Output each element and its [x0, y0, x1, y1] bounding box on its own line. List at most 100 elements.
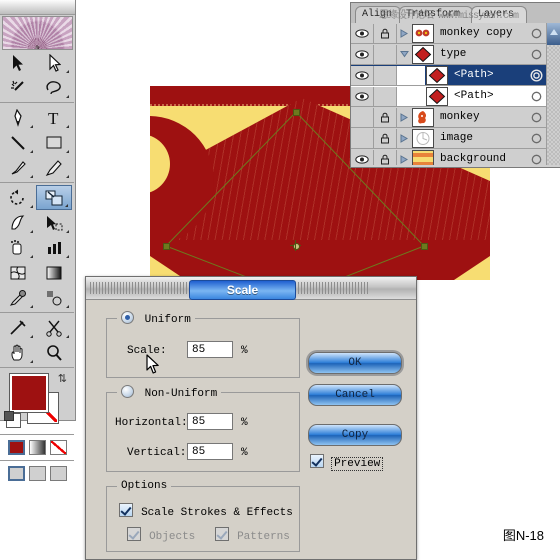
column-graph-tool[interactable] — [36, 235, 72, 260]
layer-target-indicator[interactable] — [525, 154, 547, 165]
layers-palette[interactable]: Align Transform Layers 思缘设计论坛 www.missyu… — [350, 2, 560, 168]
vertical-input[interactable]: 85 — [187, 443, 233, 460]
table-row[interactable]: <Path> — [351, 65, 560, 86]
layer-visibility-toggle[interactable] — [351, 23, 374, 43]
layer-expand-arrow[interactable] — [397, 133, 411, 143]
type-tool[interactable]: T — [36, 105, 72, 130]
screen-mode-menubar-button[interactable] — [29, 466, 46, 481]
hand-tool[interactable] — [0, 340, 36, 365]
slice-tool[interactable] — [0, 315, 36, 340]
layer-target-indicator[interactable] — [525, 91, 547, 102]
artwork-left-swirl-inner — [150, 134, 170, 194]
free-transform-tool[interactable] — [36, 210, 72, 235]
layer-name[interactable]: <Path> — [448, 90, 525, 102]
layer-expand-arrow[interactable] — [397, 154, 411, 164]
cancel-button[interactable]: Cancel — [308, 384, 402, 406]
toolbox-title-bar[interactable] — [0, 0, 75, 15]
layers-list[interactable]: monkey copy type <Path> <Path> monkey im… — [351, 23, 560, 165]
layer-visibility-toggle[interactable] — [351, 65, 374, 85]
eyedropper-tool[interactable] — [0, 285, 36, 310]
pen-tool[interactable] — [0, 105, 36, 130]
zoom-tool[interactable] — [36, 340, 72, 365]
uniform-group-header[interactable]: Uniform — [117, 311, 195, 326]
magic-wand-tool[interactable] — [0, 75, 36, 100]
uniform-radio[interactable] — [121, 311, 134, 324]
screen-mode-full-button[interactable] — [50, 466, 67, 481]
table-row[interactable]: type — [351, 44, 560, 65]
layer-name[interactable]: image — [434, 132, 525, 144]
layers-scrollbar[interactable] — [546, 23, 560, 165]
preview-checkbox[interactable] — [310, 454, 324, 468]
layer-target-indicator[interactable] — [525, 49, 547, 60]
paint-mode-gradient-button[interactable] — [29, 440, 46, 455]
layer-name[interactable]: <Path> — [448, 69, 525, 81]
layer-visibility-toggle[interactable] — [351, 107, 374, 127]
table-row[interactable]: background — [351, 149, 560, 165]
layer-lock-toggle[interactable] — [374, 128, 397, 148]
layer-expand-arrow[interactable] — [397, 28, 411, 38]
toolbox-group-transform — [0, 185, 75, 310]
scale-strokes-row[interactable]: Scale Strokes & Effects — [119, 503, 293, 519]
direct-selection-tool[interactable] — [36, 50, 72, 75]
layer-name[interactable]: background — [434, 153, 525, 165]
swap-fill-stroke-icon[interactable]: ⇅ — [58, 372, 67, 385]
fill-swatch[interactable] — [9, 373, 49, 413]
scale-tool[interactable] — [36, 185, 72, 210]
layer-lock-toggle[interactable] — [374, 44, 397, 64]
non-uniform-radio[interactable] — [121, 385, 134, 398]
palette-tab-strip[interactable]: Align Transform Layers 思缘设计论坛 www.missyu… — [351, 3, 560, 23]
blend-tool[interactable] — [36, 285, 72, 310]
layer-lock-toggle[interactable] — [374, 23, 397, 43]
rectangle-tool[interactable] — [36, 130, 72, 155]
pencil-tool[interactable] — [36, 155, 72, 180]
layer-name[interactable]: monkey copy — [434, 27, 525, 39]
paint-mode-none-button[interactable] — [50, 440, 67, 455]
non-uniform-group-header[interactable]: Non-Uniform — [117, 385, 222, 400]
fill-stroke-controls[interactable]: ⇅ — [0, 370, 75, 432]
line-segment-tool[interactable] — [0, 130, 36, 155]
copy-button[interactable]: Copy — [308, 424, 402, 446]
layer-target-indicator[interactable] — [525, 133, 547, 144]
ok-button[interactable]: OK — [308, 352, 402, 374]
layer-visibility-toggle[interactable] — [351, 128, 374, 148]
toolbox-palette[interactable]: T ⇅ — [0, 0, 76, 481]
mesh-tool[interactable] — [0, 260, 36, 285]
warp-tool[interactable] — [0, 210, 36, 235]
symbol-sprayer-tool[interactable] — [0, 235, 36, 260]
layer-lock-toggle[interactable] — [374, 149, 397, 165]
default-fill-stroke-icon[interactable] — [4, 411, 21, 428]
scale-strokes-checkbox[interactable] — [119, 503, 133, 517]
selection-tool[interactable] — [0, 50, 36, 75]
table-row[interactable]: image — [351, 128, 560, 149]
dialog-title-bar[interactable]: Scale — [86, 277, 416, 300]
scissors-tool[interactable] — [36, 315, 72, 340]
layer-name[interactable]: monkey — [434, 111, 525, 123]
layer-target-indicator[interactable] — [525, 28, 547, 39]
horizontal-input[interactable]: 85 — [187, 413, 233, 430]
layer-visibility-toggle[interactable] — [351, 149, 374, 165]
screen-mode-standard-button[interactable] — [8, 466, 25, 481]
layers-scrollbar-thumb[interactable] — [547, 23, 560, 45]
preview-row[interactable]: Preview — [310, 454, 384, 471]
lasso-tool[interactable] — [36, 75, 72, 100]
table-row[interactable]: monkey — [351, 107, 560, 128]
layer-name[interactable]: type — [434, 48, 525, 60]
table-row[interactable]: monkey copy — [351, 23, 560, 44]
layer-collapse-arrow[interactable] — [397, 50, 411, 58]
layer-target-indicator[interactable] — [525, 68, 547, 82]
tool-flyout-indicator — [65, 204, 68, 207]
layer-expand-arrow[interactable] — [397, 112, 411, 122]
layer-visibility-toggle[interactable] — [351, 86, 374, 106]
layer-lock-toggle[interactable] — [374, 86, 397, 106]
layer-visibility-toggle[interactable] — [351, 44, 374, 64]
paint-mode-color-button[interactable] — [8, 440, 25, 455]
scale-input[interactable]: 85 — [187, 341, 233, 358]
layer-target-indicator[interactable] — [525, 112, 547, 123]
gradient-tool[interactable] — [36, 260, 72, 285]
scale-dialog[interactable]: Scale Uniform Scale: 85 % Non-Uniform Ho… — [85, 276, 417, 560]
table-row[interactable]: <Path> — [351, 86, 560, 107]
layer-lock-toggle[interactable] — [374, 65, 397, 85]
rotate-tool[interactable] — [0, 185, 36, 210]
paintbrush-tool[interactable] — [0, 155, 36, 180]
layer-lock-toggle[interactable] — [374, 107, 397, 127]
